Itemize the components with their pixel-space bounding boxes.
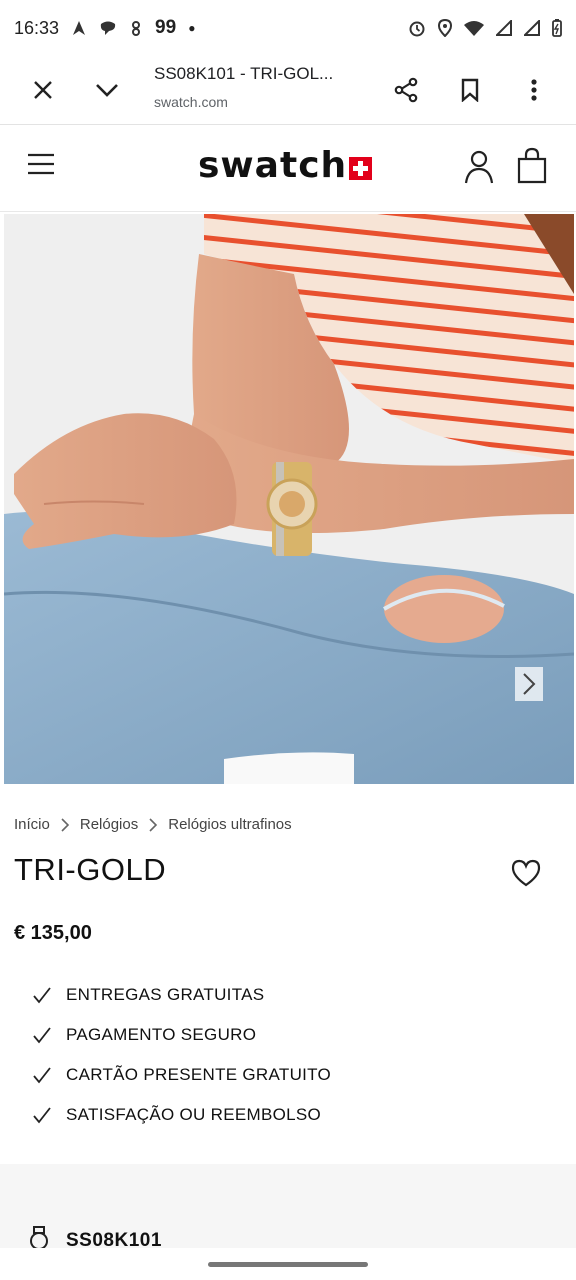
- breadcrumb: Início Relógios Relógios ultrafinos: [14, 816, 292, 833]
- chevron-right-icon: [523, 673, 536, 695]
- swatch-logo[interactable]: swatch: [198, 145, 373, 186]
- benefit-label: CARTÃO PRESENTE GRATUITO: [66, 1065, 332, 1084]
- breadcrumb-chevron-icon: [61, 817, 69, 832]
- breadcrumb-watches[interactable]: Relógios: [80, 816, 138, 833]
- location-icon: [438, 19, 452, 37]
- breadcrumb-ultrathin[interactable]: Relógios ultrafinos: [168, 816, 291, 833]
- model-wearing-watch-image: [4, 214, 574, 784]
- browser-toolbar: SS08K101 - TRI-GOL... swatch.com: [0, 56, 576, 125]
- chevron-down-icon: [96, 84, 118, 97]
- status-time: 16:33: [14, 17, 60, 38]
- wifi-icon: [464, 21, 484, 36]
- gesture-bar: [0, 1248, 576, 1280]
- benefit-item: ENTREGAS GRATUITAS: [32, 975, 331, 1015]
- close-icon: [34, 81, 52, 99]
- bag-icon: [517, 147, 547, 184]
- breadcrumb-chevron-icon: [149, 817, 158, 832]
- benefit-item: PAGAMENTO SEGURO: [32, 1015, 331, 1055]
- benefit-label: SATISFAÇÃO OU REEMBOLSO: [66, 1105, 322, 1124]
- benefit-item: CARTÃO PRESENTE GRATUITO: [32, 1055, 331, 1095]
- benefit-label: ENTREGAS GRATUITAS: [66, 985, 265, 1004]
- check-icon: [33, 987, 51, 1004]
- heart-icon: [511, 859, 541, 887]
- bookmark-icon: [461, 78, 479, 102]
- share-button[interactable]: [384, 68, 428, 112]
- signal-icon-2: [524, 20, 540, 36]
- battery-icon: [552, 19, 562, 37]
- product-price: € 135,00: [14, 922, 92, 944]
- page-url[interactable]: swatch.com: [154, 94, 228, 110]
- signal-icon: [496, 20, 512, 36]
- bookmark-button[interactable]: [448, 68, 492, 112]
- benefit-item: SATISFAÇÃO OU REEMBOLSO: [32, 1095, 331, 1135]
- breadcrumb-home[interactable]: Início: [14, 816, 50, 833]
- app-icon: [132, 21, 141, 36]
- more-icon: [531, 79, 537, 101]
- wishlist-button[interactable]: [506, 853, 546, 893]
- site-header: swatch: [0, 125, 576, 212]
- menu-button[interactable]: [26, 151, 60, 185]
- more-options-button[interactable]: [512, 68, 556, 112]
- minimize-tab-button[interactable]: [85, 68, 129, 112]
- page-title[interactable]: SS08K101 - TRI-GOL...: [154, 64, 333, 84]
- menu-icon: [28, 153, 54, 175]
- notification-count: 99: [155, 17, 177, 38]
- account-button[interactable]: [464, 149, 494, 190]
- check-icon: [33, 1107, 51, 1124]
- share-icon: [394, 77, 418, 103]
- check-icon: [33, 1067, 51, 1084]
- alarm-icon: [409, 21, 425, 37]
- status-bar: 16:33 99 ●: [0, 0, 576, 56]
- next-image-button[interactable]: [515, 667, 543, 701]
- benefits-list: ENTREGAS GRATUITAS PAGAMENTO SEGURO CART…: [32, 975, 331, 1135]
- benefit-label: PAGAMENTO SEGURO: [66, 1025, 257, 1044]
- navigation-icon: [73, 21, 86, 35]
- home-gesture-handle[interactable]: [208, 1262, 368, 1267]
- close-tab-button[interactable]: [21, 68, 65, 112]
- more-notifications-dot: ●: [188, 21, 196, 35]
- logo-text: swatch: [198, 145, 348, 186]
- bag-button[interactable]: [516, 147, 548, 190]
- check-icon: [33, 1027, 51, 1044]
- product-image[interactable]: [4, 214, 574, 784]
- swiss-cross-icon: [349, 157, 373, 180]
- account-icon: [464, 150, 494, 184]
- chat-icon: [100, 21, 116, 35]
- product-title: TRI-GOLD: [14, 852, 167, 887]
